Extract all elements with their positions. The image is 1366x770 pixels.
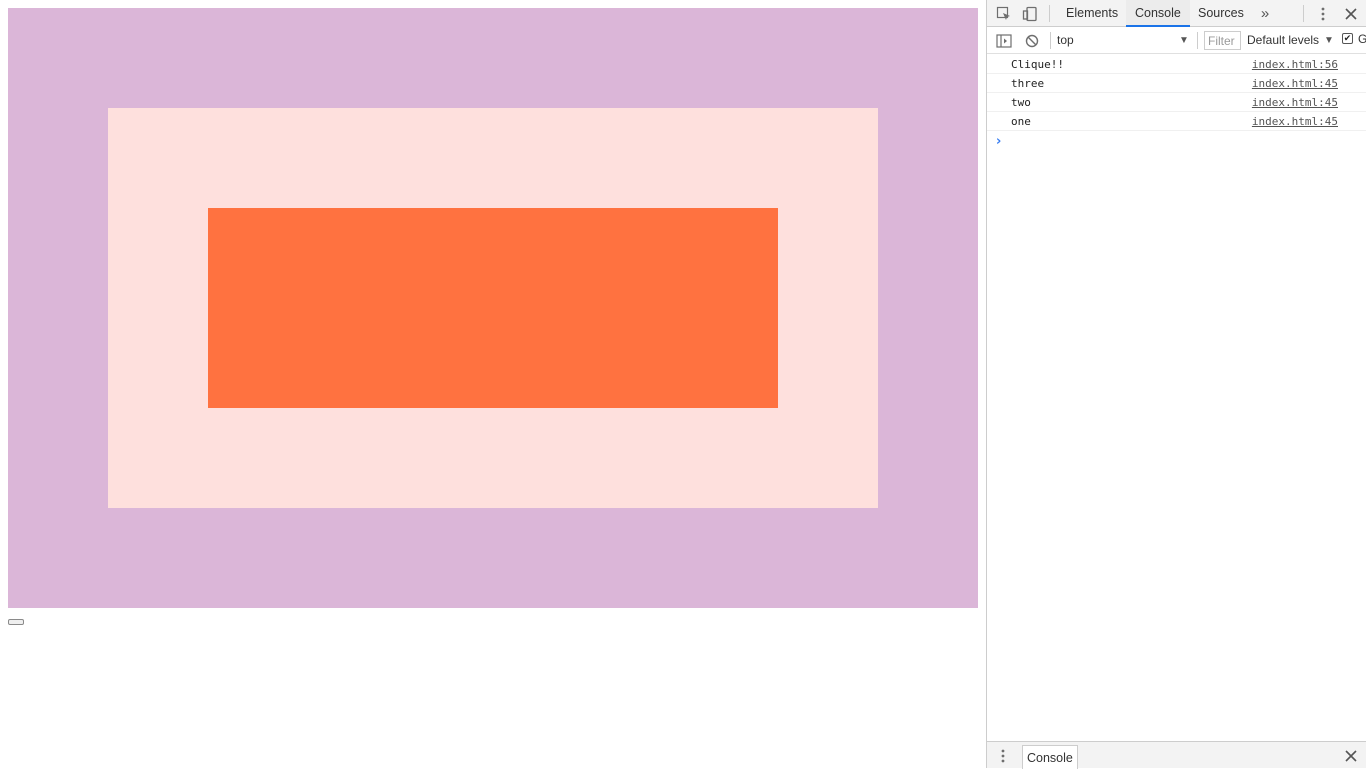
sidebar-toggle-icon[interactable] — [995, 32, 1013, 49]
console-entry: two index.html:45 — [987, 93, 1366, 112]
filter-input[interactable] — [1204, 31, 1241, 50]
tab-console[interactable]: Console — [1126, 0, 1190, 27]
tabbar-separator — [1049, 5, 1050, 22]
clear-console-icon[interactable] — [1023, 32, 1040, 49]
chevron-down-icon[interactable]: ▼ — [1179, 32, 1189, 49]
console-source-link[interactable]: index.html:56 — [1252, 55, 1338, 74]
drawer-tab-console[interactable]: Console — [1022, 745, 1078, 769]
console-entry: three index.html:45 — [987, 74, 1366, 93]
page-viewport — [0, 0, 986, 768]
box-three[interactable] — [208, 208, 778, 408]
console-entry: Clique!! index.html:56 — [987, 55, 1366, 74]
more-tabs-icon[interactable]: » — [1258, 4, 1272, 22]
tab-elements[interactable]: Elements — [1057, 0, 1127, 27]
console-message: one — [1011, 115, 1031, 128]
tab-sources[interactable]: Sources — [1189, 0, 1253, 27]
device-toolbar-icon[interactable] — [1021, 5, 1039, 23]
toolbar-separator — [1050, 32, 1051, 49]
box-two[interactable] — [108, 108, 878, 508]
console-prompt[interactable]: › — [987, 132, 1366, 152]
devtools-drawer: Console — [987, 741, 1366, 769]
console-source-link[interactable]: index.html:45 — [1252, 112, 1338, 131]
console-source-link[interactable]: index.html:45 — [1252, 74, 1338, 93]
tabbar-separator — [1303, 5, 1304, 22]
drawer-menu-icon[interactable] — [997, 747, 1009, 765]
console-message: three — [1011, 77, 1045, 90]
log-levels-dropdown[interactable]: Default levels — [1247, 32, 1319, 49]
console-message: Clique!! — [1011, 58, 1064, 71]
group-similar-checkbox[interactable]: ✔ — [1342, 33, 1353, 44]
console-source-link[interactable]: index.html:45 — [1252, 93, 1338, 112]
box-one[interactable] — [8, 8, 978, 608]
inspect-element-icon[interactable] — [995, 5, 1013, 23]
console-entry: one index.html:45 — [987, 112, 1366, 131]
group-similar-label: G — [1358, 32, 1366, 46]
drawer-close-icon[interactable] — [1342, 747, 1360, 765]
page-button[interactable] — [8, 619, 24, 625]
console-message: two — [1011, 96, 1031, 109]
toolbar-separator — [1197, 32, 1198, 49]
context-selector[interactable]: top — [1057, 32, 1189, 49]
close-icon[interactable] — [1342, 5, 1360, 23]
devtools-panel: Elements Console Sources » top ▼ Filter … — [986, 0, 1366, 769]
prompt-chevron-icon: › — [996, 134, 1002, 149]
console-toolbar: top ▼ Default levels ▼ — [987, 27, 1366, 54]
kebab-menu-icon[interactable] — [1315, 5, 1331, 23]
console-messages: Clique!! index.html:56 three index.html:… — [987, 55, 1366, 131]
devtools-tabbar: Elements Console Sources » — [987, 0, 1366, 27]
chevron-down-icon[interactable]: ▼ — [1324, 32, 1334, 49]
